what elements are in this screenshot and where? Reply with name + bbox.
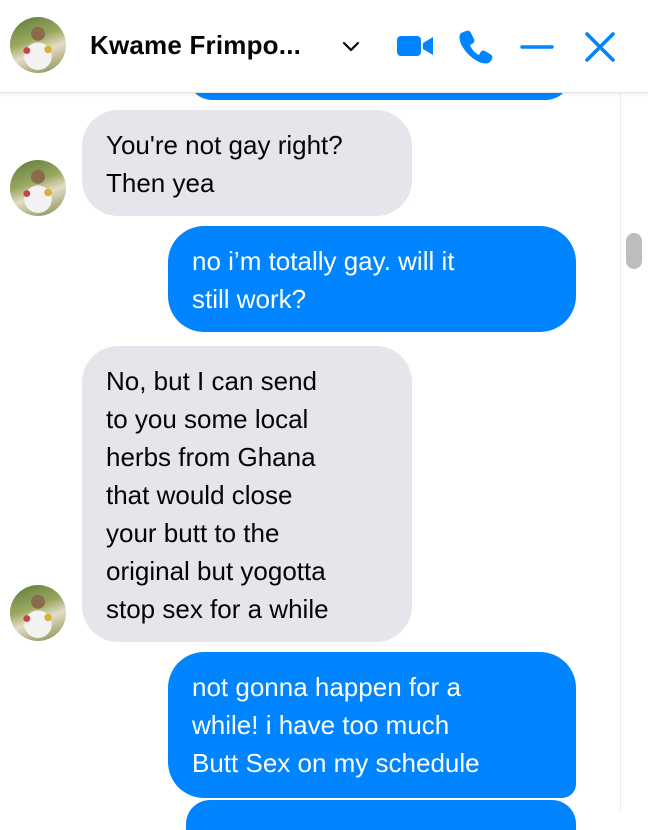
scrollbar-track[interactable] xyxy=(620,93,648,812)
message-line: original but yogotta xyxy=(106,556,326,586)
minimize-icon[interactable] xyxy=(518,30,556,64)
incoming-message[interactable]: You're not gay right? Then yea xyxy=(82,110,412,216)
message-line: herbs from Ghana xyxy=(106,442,316,472)
incoming-message[interactable]: No, but I can send to you some local her… xyxy=(82,346,412,642)
message-line: your butt to the xyxy=(106,518,280,548)
video-call-icon[interactable] xyxy=(395,31,435,61)
phone-call-icon[interactable] xyxy=(457,27,495,65)
message-line: stop sex for a while xyxy=(106,594,329,624)
message-line: You're not gay right? xyxy=(106,130,343,160)
message-line: still work? xyxy=(192,284,307,314)
sender-avatar[interactable] xyxy=(10,585,66,641)
chevron-down-icon[interactable] xyxy=(340,38,362,56)
message-line: no i’m totally gay. will it xyxy=(192,246,455,276)
message-line: not gonna happen for a xyxy=(192,672,461,702)
outgoing-message[interactable]: not gonna happen for a while! i have too… xyxy=(168,652,576,798)
close-icon[interactable] xyxy=(580,27,620,67)
message-line: to you some local xyxy=(106,404,309,434)
message-line: Then yea xyxy=(106,168,215,198)
contact-avatar[interactable] xyxy=(10,17,66,73)
contact-name[interactable]: Kwame Frimpo... xyxy=(90,30,301,61)
message-line: Butt Sex on my schedule xyxy=(192,748,480,778)
message-line: that would close xyxy=(106,480,293,510)
sender-avatar[interactable] xyxy=(10,160,66,216)
chat-header: Kwame Frimpo... xyxy=(0,0,648,93)
message-line: No, but I can send xyxy=(106,366,318,396)
next-outgoing-message-edge xyxy=(186,800,576,830)
scrollbar-thumb[interactable] xyxy=(626,233,642,269)
message-line: while! i have too much xyxy=(192,710,450,740)
outgoing-message[interactable]: no i’m totally gay. will it still work? xyxy=(168,226,576,332)
